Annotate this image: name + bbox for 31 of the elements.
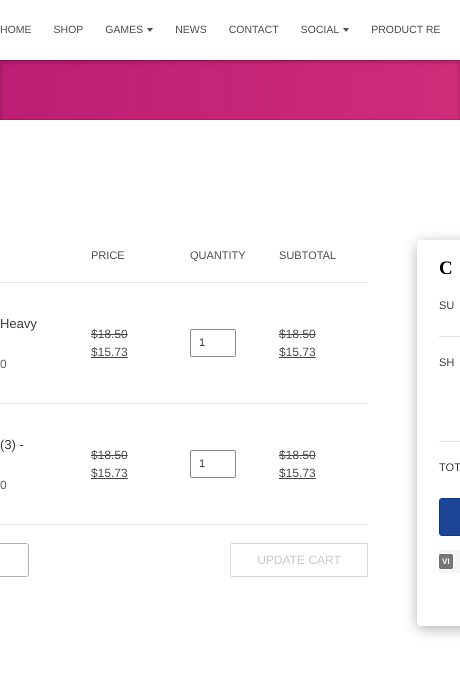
coupon-field[interactable] xyxy=(0,543,29,577)
column-header: PRICE xyxy=(91,250,125,262)
old-subtotal: $18.50 xyxy=(279,448,317,462)
caret-icon xyxy=(343,28,350,32)
old-price: $18.50 xyxy=(91,327,129,341)
quantity-field[interactable]: 1 xyxy=(190,450,236,478)
nav-link[interactable]: NEWS xyxy=(175,24,207,36)
nav-link[interactable]: SOCIAL xyxy=(300,24,350,36)
sale-subtotal: $15.73 xyxy=(279,466,317,480)
caret-icon xyxy=(147,28,154,32)
totals-label: SU xyxy=(439,300,454,312)
product-name[interactable]: (3) - xyxy=(0,436,91,452)
nav-link[interactable]: GAMES xyxy=(105,24,154,36)
product-meta: 0 xyxy=(0,478,8,492)
column-header: SUBTOTAL xyxy=(279,250,336,262)
product-name[interactable]: Heavy xyxy=(0,316,91,330)
sale-price: $15.73 xyxy=(91,345,129,359)
nav-link[interactable]: PRODUCT RE xyxy=(371,24,440,36)
totals-label: SH xyxy=(439,357,454,369)
nav-link[interactable]: HOME xyxy=(0,24,32,36)
sale-subtotal: $15.73 xyxy=(279,345,317,359)
nav-link[interactable]: SHOP xyxy=(54,24,84,36)
quantity-field[interactable]: 1 xyxy=(190,329,236,357)
cart-totals-title: C xyxy=(439,258,453,280)
old-subtotal: $18.50 xyxy=(279,327,317,341)
card-logo-icon: VI xyxy=(439,554,453,569)
sale-price: $15.73 xyxy=(91,466,129,480)
product-meta: 0 xyxy=(0,356,8,370)
nav-link[interactable]: CONTACT xyxy=(228,24,279,36)
old-price: $18.50 xyxy=(91,448,129,462)
column-header: QUANTITY xyxy=(190,250,246,262)
